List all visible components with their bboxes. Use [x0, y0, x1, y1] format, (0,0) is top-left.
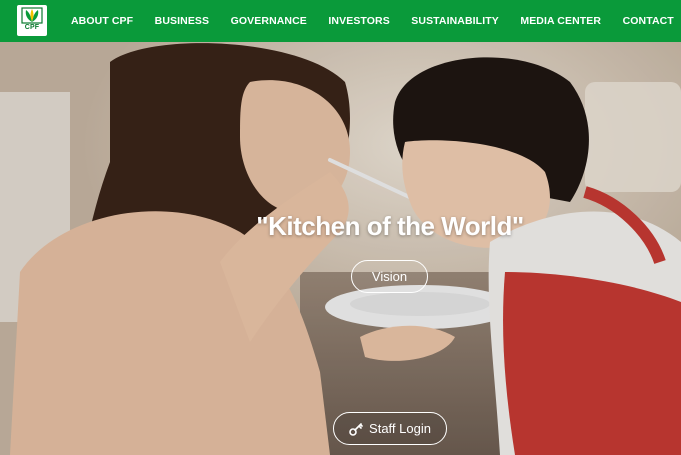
nav-governance[interactable]: GOVERNANCE: [231, 15, 307, 27]
nav-sustainability[interactable]: SUSTAINABILITY: [411, 15, 499, 27]
staff-login-button[interactable]: Staff Login: [333, 412, 447, 445]
hero-banner: "Kitchen of the World" Vision Staff Logi…: [0, 42, 681, 455]
cpf-logo[interactable]: CPF: [17, 5, 47, 36]
hero-title: "Kitchen of the World": [256, 211, 524, 241]
nav-about-cpf[interactable]: ABOUT CPF: [71, 15, 133, 27]
key-icon: [349, 422, 363, 436]
vision-button-label: Vision: [371, 269, 408, 284]
logo-text: CPF: [24, 24, 40, 31]
main-nav: ABOUT CPF BUSINESS GOVERNANCE INVESTORS …: [71, 0, 674, 42]
vision-button[interactable]: Vision: [351, 260, 428, 293]
cpf-logo-icon: [21, 7, 43, 24]
site-header: CPF ABOUT CPF BUSINESS GOVERNANCE INVEST…: [0, 0, 681, 42]
staff-login-label: Staff Login: [369, 421, 431, 436]
hero-photo: [0, 42, 681, 455]
nav-media-center[interactable]: MEDIA CENTER: [520, 15, 601, 27]
nav-business[interactable]: BUSINESS: [155, 15, 209, 27]
nav-investors[interactable]: INVESTORS: [328, 15, 389, 27]
nav-contact[interactable]: CONTACT: [623, 15, 674, 27]
